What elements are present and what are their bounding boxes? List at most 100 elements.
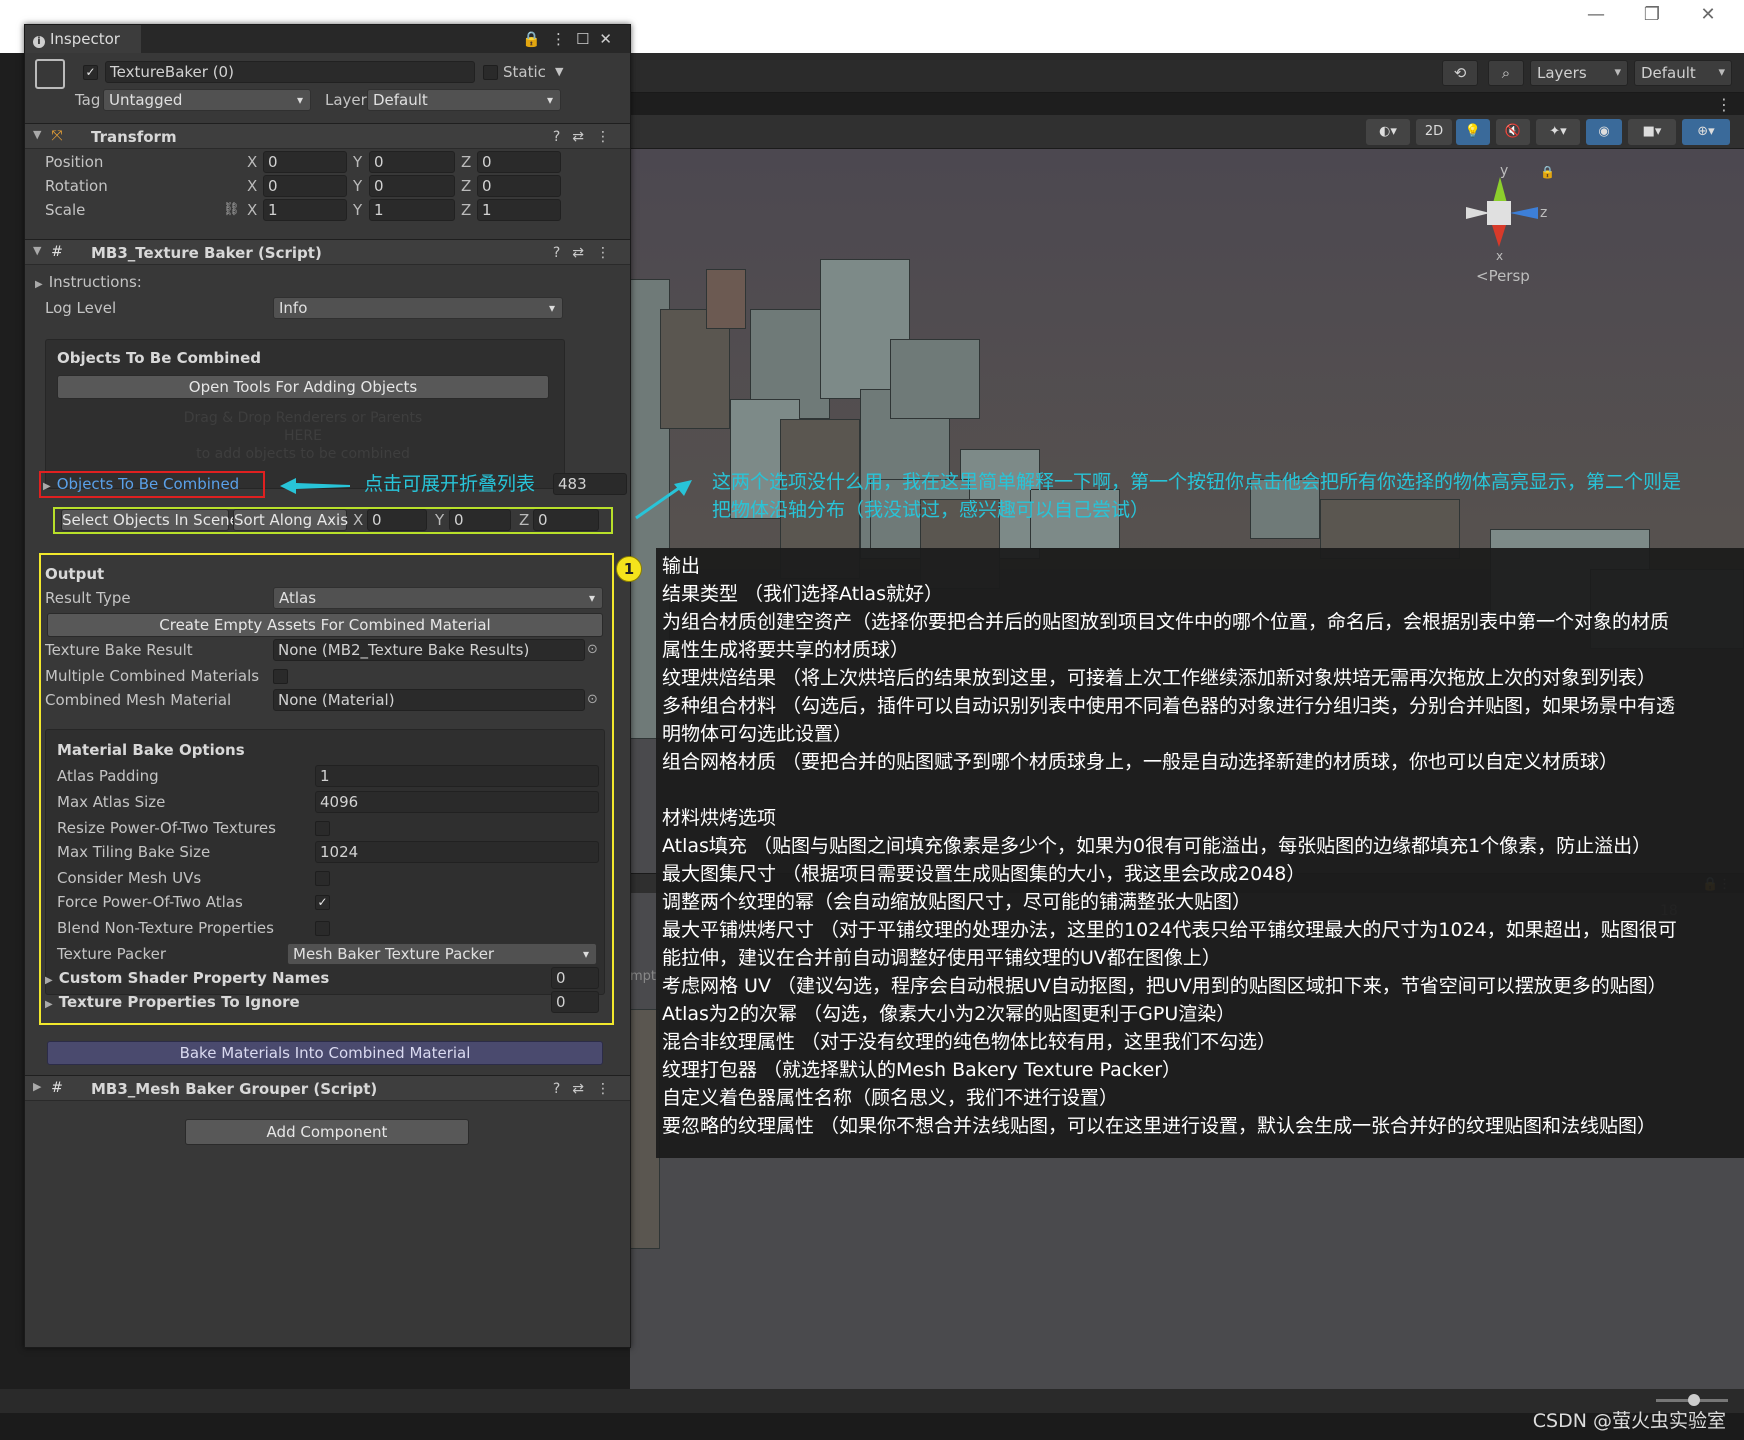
log-level-label: Log Level — [45, 299, 117, 317]
drop-hint-line1: Drag & Drop Renderers or Parents — [183, 410, 423, 426]
component-menu-icon[interactable]: ?⇄⋮ — [553, 242, 622, 264]
scale-x-field[interactable]: 1 — [263, 199, 347, 221]
2d-toggle[interactable]: 2D — [1416, 119, 1452, 145]
expand-icon: ▶ — [33, 1080, 42, 1093]
layers-label: Layers — [1537, 64, 1587, 82]
search-icon[interactable]: ⌕ — [1488, 60, 1524, 86]
annotation-line: 明物体可勾选此设置） — [662, 723, 853, 745]
editor-toolbar: ⟲ ⌕ Layers Default — [630, 53, 1744, 93]
instructions-foldout[interactable]: ▶ Instructions: — [35, 271, 142, 296]
bake-materials-button[interactable]: Bake Materials Into Combined Material — [47, 1041, 603, 1065]
audio-icon[interactable]: 🔇 — [1496, 119, 1530, 145]
annotation-line: 要忽略的纹理属性 （如果你不想合并法线贴图，可以在这里进行设置，默认会生成一张合… — [662, 1115, 1657, 1137]
annotation-line: 自定义着色器属性名称（顾名思义，我们不进行设置） — [662, 1087, 1119, 1109]
annotation-line: 为组合材质创建空资产（选择你要把合并后的贴图放到项目文件中的哪个位置，命名后，会… — [662, 611, 1670, 633]
annotation-line: 混合非纹理属性 （对于没有纹理的纯色物体比较有用，这里我们不勾选） — [662, 1031, 1277, 1053]
x-label: X — [247, 201, 258, 219]
y-label: Y — [353, 177, 363, 195]
draw-mode-icon[interactable]: ◐▾ — [1366, 119, 1410, 145]
lower-panel-text: mpt — [630, 969, 657, 984]
grouper-header[interactable]: ▶ # MB3_Mesh Baker Grouper (Script) ?⇄⋮ — [25, 1075, 630, 1101]
zoom-slider-thumb[interactable] — [1688, 1394, 1700, 1406]
more-options-icon[interactable]: ⋮ — [1716, 95, 1732, 114]
add-component-button[interactable]: Add Component — [185, 1119, 469, 1145]
layout-label: Default — [1641, 64, 1696, 82]
layer-dropdown[interactable]: Default — [367, 89, 561, 111]
camera-icon[interactable]: ■▾ — [1628, 119, 1676, 145]
tab-controls-icon[interactable]: 🔒⋮☐✕ — [522, 25, 622, 53]
history-icon[interactable]: ⟲ — [1442, 60, 1478, 86]
link-scale-icon[interactable]: ⛓ — [223, 199, 240, 221]
log-level-dropdown[interactable]: Info — [273, 297, 563, 319]
active-checkbox[interactable]: ✓ — [83, 65, 98, 80]
position-z-field[interactable]: 0 — [477, 151, 561, 173]
lighting-icon[interactable]: 💡 — [1456, 119, 1490, 145]
y-label: Y — [353, 153, 363, 171]
annotation-left-arrow — [280, 478, 350, 494]
annotation-line: 属性生成将要共享的材质球） — [662, 639, 910, 661]
scale-label: Scale — [45, 201, 86, 219]
close-window-button[interactable]: ✕ — [1680, 2, 1736, 28]
restore-button[interactable]: ❐ — [1624, 2, 1680, 28]
rotation-y-field[interactable]: 0 — [369, 175, 455, 197]
component-menu-icon[interactable]: ?⇄⋮ — [553, 126, 622, 148]
building — [890, 339, 980, 419]
y-label: Y — [353, 201, 363, 219]
info-icon: i — [33, 36, 45, 48]
gizmo-center[interactable] — [1487, 201, 1511, 225]
tag-dropdown[interactable]: Untagged — [103, 89, 311, 111]
layers-dropdown[interactable]: Layers — [1530, 60, 1628, 86]
z-label: Z — [461, 177, 472, 195]
bottom-strip — [0, 1389, 1744, 1413]
collapse-icon: ▼ — [33, 244, 42, 257]
annotation-line: 纹理烘焙结果 （将上次烘培后的结果放到这里，可接着上次工作继续添加新对象烘培无需… — [662, 667, 1657, 689]
position-y-field[interactable]: 0 — [369, 151, 455, 173]
static-checkbox[interactable] — [483, 65, 498, 80]
minimize-button[interactable]: — — [1568, 2, 1624, 28]
objects-count-field[interactable]: 483 — [553, 473, 627, 495]
layout-dropdown[interactable]: Default — [1634, 60, 1732, 86]
gizmo-lock-icon[interactable]: 🔒 — [1540, 165, 1555, 179]
object-name-field[interactable]: TextureBaker (0) — [105, 61, 475, 83]
expand-icon: ▶ — [35, 279, 43, 290]
instructions-label: Instructions: — [48, 273, 142, 291]
position-x-field[interactable]: 0 — [263, 151, 347, 173]
inspector-tab-label: Inspector — [50, 30, 120, 48]
z-label: Z — [461, 201, 472, 219]
scale-y-field[interactable]: 1 — [369, 199, 455, 221]
annotation-green-box — [53, 507, 613, 534]
annotation-line: 最大平铺烘烤尺寸 （对于平铺纹理的处理办法，这里的1024代表只给平铺纹理最大的… — [662, 919, 1677, 941]
hidden-objects-icon[interactable]: ◉ — [1586, 119, 1622, 145]
gizmos-icon[interactable]: ⊕▾ — [1682, 119, 1730, 145]
rotation-z-field[interactable]: 0 — [477, 175, 561, 197]
status-bar — [0, 1413, 1744, 1440]
grouper-title: MB3_Mesh Baker Grouper (Script) — [91, 1080, 378, 1098]
transform-icon: ⤧ — [51, 128, 63, 144]
open-tools-button[interactable]: Open Tools For Adding Objects — [57, 375, 549, 399]
scale-z-field[interactable]: 1 — [477, 199, 561, 221]
tag-label: Tag — [75, 91, 101, 109]
transform-header[interactable]: ▼ ⤧ Transform ?⇄⋮ — [25, 123, 630, 149]
inspector-tabbar: i Inspector 🔒⋮☐✕ — [25, 25, 630, 53]
component-menu-icon[interactable]: ?⇄⋮ — [553, 1078, 622, 1100]
annotation-yellow-box — [39, 553, 614, 1025]
inspector-tab[interactable]: i Inspector — [25, 25, 141, 53]
drop-hint-line2: HERE — [284, 428, 322, 444]
annotation-diagonal-arrow — [634, 478, 694, 520]
annotation-line: 考虑网格 UV （建议勾选，程序会自动根据UV自动抠图，把UV用到的贴图区域扣下… — [662, 975, 1667, 997]
annotation-line: 最大图集尺寸 （根据项目需要设置生成贴图集的大小，我这里会改成2048） — [662, 863, 1306, 885]
annotation-panel: 输出 结果类型 （我们选择Atlas就好） 为组合材质创建空资产（选择你要把合并… — [656, 548, 1744, 1158]
texture-baker-header[interactable]: ▼ # MB3_Texture Baker (Script) ?⇄⋮ — [25, 239, 630, 265]
annotation-line: 能拉伸，建议在合并前自动调整好使用平铺纹理的UV都在图像上） — [662, 947, 1221, 969]
gizmo-y-label: y — [1500, 163, 1509, 179]
transform-title: Transform — [91, 128, 177, 146]
position-label: Position — [45, 153, 104, 171]
annotation-line: Atlas为2的次幂 （勾选，像素大小为2次幂的贴图更利于GPU渲染） — [662, 1003, 1236, 1025]
rotation-x-field[interactable]: 0 — [263, 175, 347, 197]
scene-toolbar: ◐▾ 2D 💡 🔇 ✦▾ ◉ ■▾ ⊕▾ — [630, 115, 1744, 149]
static-dropdown-icon[interactable]: ▼ — [555, 61, 563, 83]
fold-hint-text: 点击可展开折叠列表 — [364, 473, 536, 495]
annotation-line: 输出 — [662, 555, 701, 577]
effects-icon[interactable]: ✦▾ — [1536, 119, 1580, 145]
projection-label[interactable]: <Persp — [1476, 267, 1530, 285]
